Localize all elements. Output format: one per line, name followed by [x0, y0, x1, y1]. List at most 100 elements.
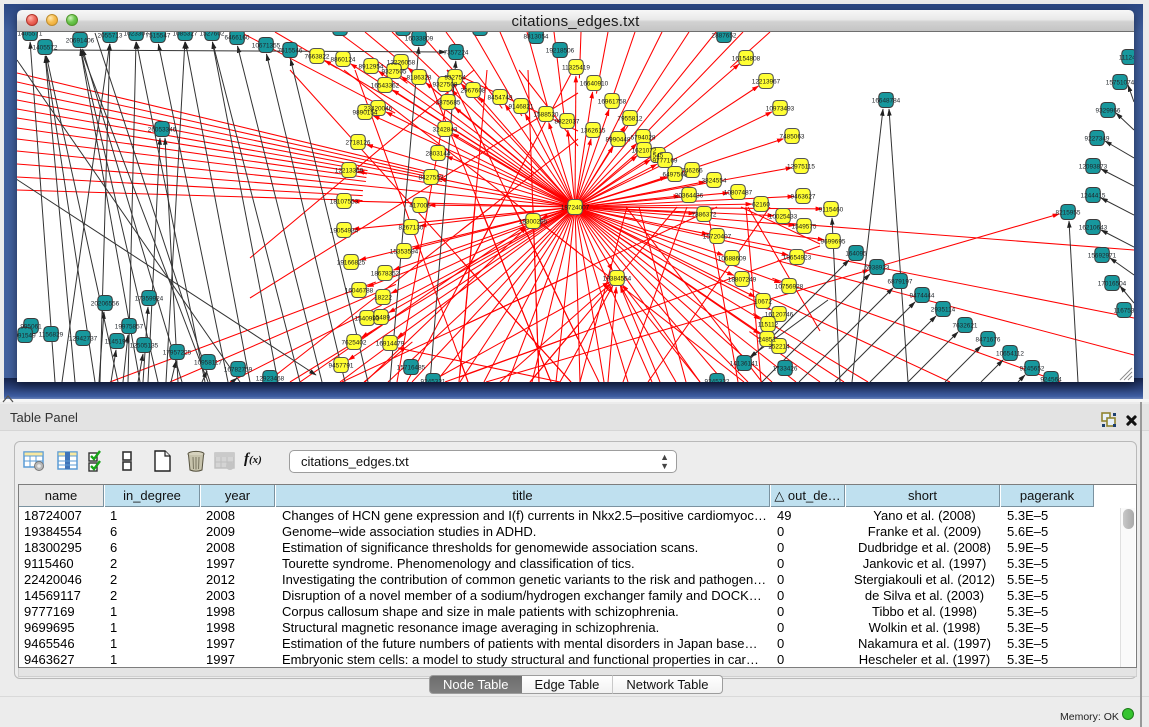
svg-text:1405571: 1405571	[18, 32, 43, 38]
svg-text:2967608: 2967608	[461, 88, 486, 95]
svg-text:20691406: 20691406	[66, 38, 95, 45]
svg-text:2718126: 2718126	[346, 140, 371, 147]
svg-text:7955812: 7955812	[618, 116, 643, 123]
svg-text:9777169: 9777169	[653, 158, 678, 165]
svg-text:9227349: 9227349	[1085, 136, 1110, 143]
svg-text:991549: 991549	[17, 333, 36, 340]
svg-text:16543362: 16543362	[371, 83, 400, 90]
svg-text:16033809: 16033809	[405, 36, 434, 43]
svg-text:111245: 111245	[1119, 55, 1134, 62]
svg-text:1405572: 1405572	[33, 45, 58, 52]
svg-text:6466160: 6466160	[225, 35, 250, 42]
svg-text:9245332: 9245332	[705, 379, 730, 383]
svg-text:15751074: 15751074	[1106, 80, 1134, 87]
svg-text:12942737: 12942737	[69, 336, 98, 343]
svg-text:12093873: 12093873	[1079, 164, 1108, 171]
svg-text:9327505: 9327505	[382, 69, 407, 76]
svg-text:16210643: 16210643	[1079, 225, 1108, 232]
svg-text:417006: 417006	[409, 203, 431, 210]
svg-text:1244415: 1244415	[1081, 193, 1106, 200]
svg-text:9115460: 9115460	[819, 207, 844, 214]
svg-text:18724007: 18724007	[561, 205, 590, 212]
svg-text:19654923: 19654923	[783, 255, 812, 262]
svg-text:3875685: 3875685	[436, 100, 461, 107]
svg-text:9463627: 9463627	[791, 194, 816, 201]
svg-text:14136141: 14136141	[730, 361, 759, 368]
svg-text:15489: 15489	[372, 315, 390, 322]
svg-text:8860124: 8860124	[331, 57, 356, 64]
svg-text:17359924: 17359924	[135, 296, 164, 303]
svg-text:8912954: 8912954	[359, 64, 384, 71]
svg-text:7632621: 7632621	[953, 323, 978, 330]
svg-text:18678352: 18678352	[371, 271, 400, 278]
svg-text:11325419: 11325419	[562, 65, 590, 72]
svg-text:18807249: 18807249	[728, 277, 757, 284]
svg-text:8186328: 8186328	[407, 75, 432, 82]
svg-text:8427552: 8427552	[419, 175, 444, 182]
svg-text:7485063: 7485063	[780, 134, 805, 141]
svg-text:116753: 116753	[1114, 308, 1134, 315]
svg-text:9327508: 9327508	[433, 82, 458, 89]
svg-text:7625402: 7625402	[342, 340, 367, 347]
svg-text:15720407: 15720407	[703, 234, 732, 241]
svg-text:115112: 115112	[758, 322, 779, 329]
svg-text:2803144: 2803144	[426, 151, 451, 158]
svg-text:924564: 924564	[1040, 377, 1062, 383]
svg-text:160338: 160338	[392, 32, 414, 33]
svg-text:5938923: 5938923	[865, 265, 890, 272]
svg-text:7357224: 7357224	[444, 50, 469, 57]
svg-text:8990448: 8990448	[606, 137, 631, 144]
svg-text:9474444: 9474444	[910, 293, 935, 300]
svg-text:7663822: 7663822	[305, 54, 330, 61]
svg-text:6879197: 6879197	[888, 279, 913, 286]
svg-text:19384554: 19384554	[603, 276, 632, 283]
svg-text:900331: 900331	[329, 32, 351, 33]
svg-text:1156829: 1156829	[39, 332, 64, 339]
svg-text:7515546: 7515546	[278, 48, 303, 55]
svg-text:7886372: 7886372	[692, 212, 717, 219]
svg-text:10973493: 10973493	[766, 106, 795, 113]
svg-text:8454749: 8454749	[488, 95, 513, 102]
svg-text:9699695: 9699695	[821, 239, 846, 246]
svg-text:13226058: 13226058	[387, 60, 416, 67]
svg-text:10807487: 10807487	[724, 190, 753, 197]
svg-text:17016504: 17016504	[1098, 281, 1127, 288]
svg-text:932754: 932754	[444, 75, 466, 82]
svg-text:9457791: 9457791	[329, 363, 354, 370]
svg-text:16120746: 16120746	[765, 312, 794, 319]
svg-text:1085327: 1085327	[173, 32, 198, 38]
svg-text:19166825: 19166825	[337, 260, 366, 267]
svg-text:16640910: 16640910	[580, 81, 609, 88]
svg-text:2935114: 2935114	[931, 307, 956, 314]
svg-text:8813054: 8813054	[524, 34, 549, 41]
svg-text:1588520: 1588520	[534, 112, 559, 119]
svg-text:164095: 164095	[845, 251, 867, 258]
svg-text:16648784: 16648784	[872, 98, 901, 105]
svg-text:2887652: 2887652	[712, 33, 737, 40]
svg-text:10654112: 10654112	[996, 351, 1024, 358]
svg-text:6497568: 6497568	[663, 172, 688, 179]
svg-text:18300295: 18300295	[519, 219, 548, 226]
svg-text:15353594: 15353594	[390, 249, 419, 256]
svg-text:3824554: 3824554	[702, 178, 727, 185]
svg-text:10025433: 10025433	[769, 214, 798, 221]
svg-text:8215955: 8215955	[1056, 210, 1081, 217]
svg-text:8471676: 8471676	[976, 337, 1001, 344]
svg-text:1733426: 1733426	[773, 366, 798, 373]
svg-text:12975115: 12975115	[787, 164, 815, 171]
svg-text:2055713: 2055713	[98, 33, 123, 40]
svg-text:17957225: 17957225	[163, 350, 192, 357]
svg-text:8267130: 8267130	[399, 225, 424, 232]
svg-text:995061: 995061	[20, 324, 42, 331]
svg-text:10688609: 10688609	[718, 256, 747, 263]
svg-text:10672: 10672	[754, 299, 772, 306]
svg-text:252214: 252214	[768, 344, 790, 351]
svg-text:1527602: 1527602	[200, 32, 225, 38]
svg-text:19218506: 19218506	[546, 48, 575, 55]
svg-text:9329966: 9329966	[1096, 108, 1121, 115]
svg-text:12923468: 12923468	[256, 376, 285, 383]
svg-text:12213967: 12213967	[752, 79, 781, 86]
svg-text:18222: 18222	[374, 295, 392, 302]
svg-text:16154808: 16154808	[732, 56, 761, 63]
svg-text:881305: 881305	[469, 32, 491, 33]
